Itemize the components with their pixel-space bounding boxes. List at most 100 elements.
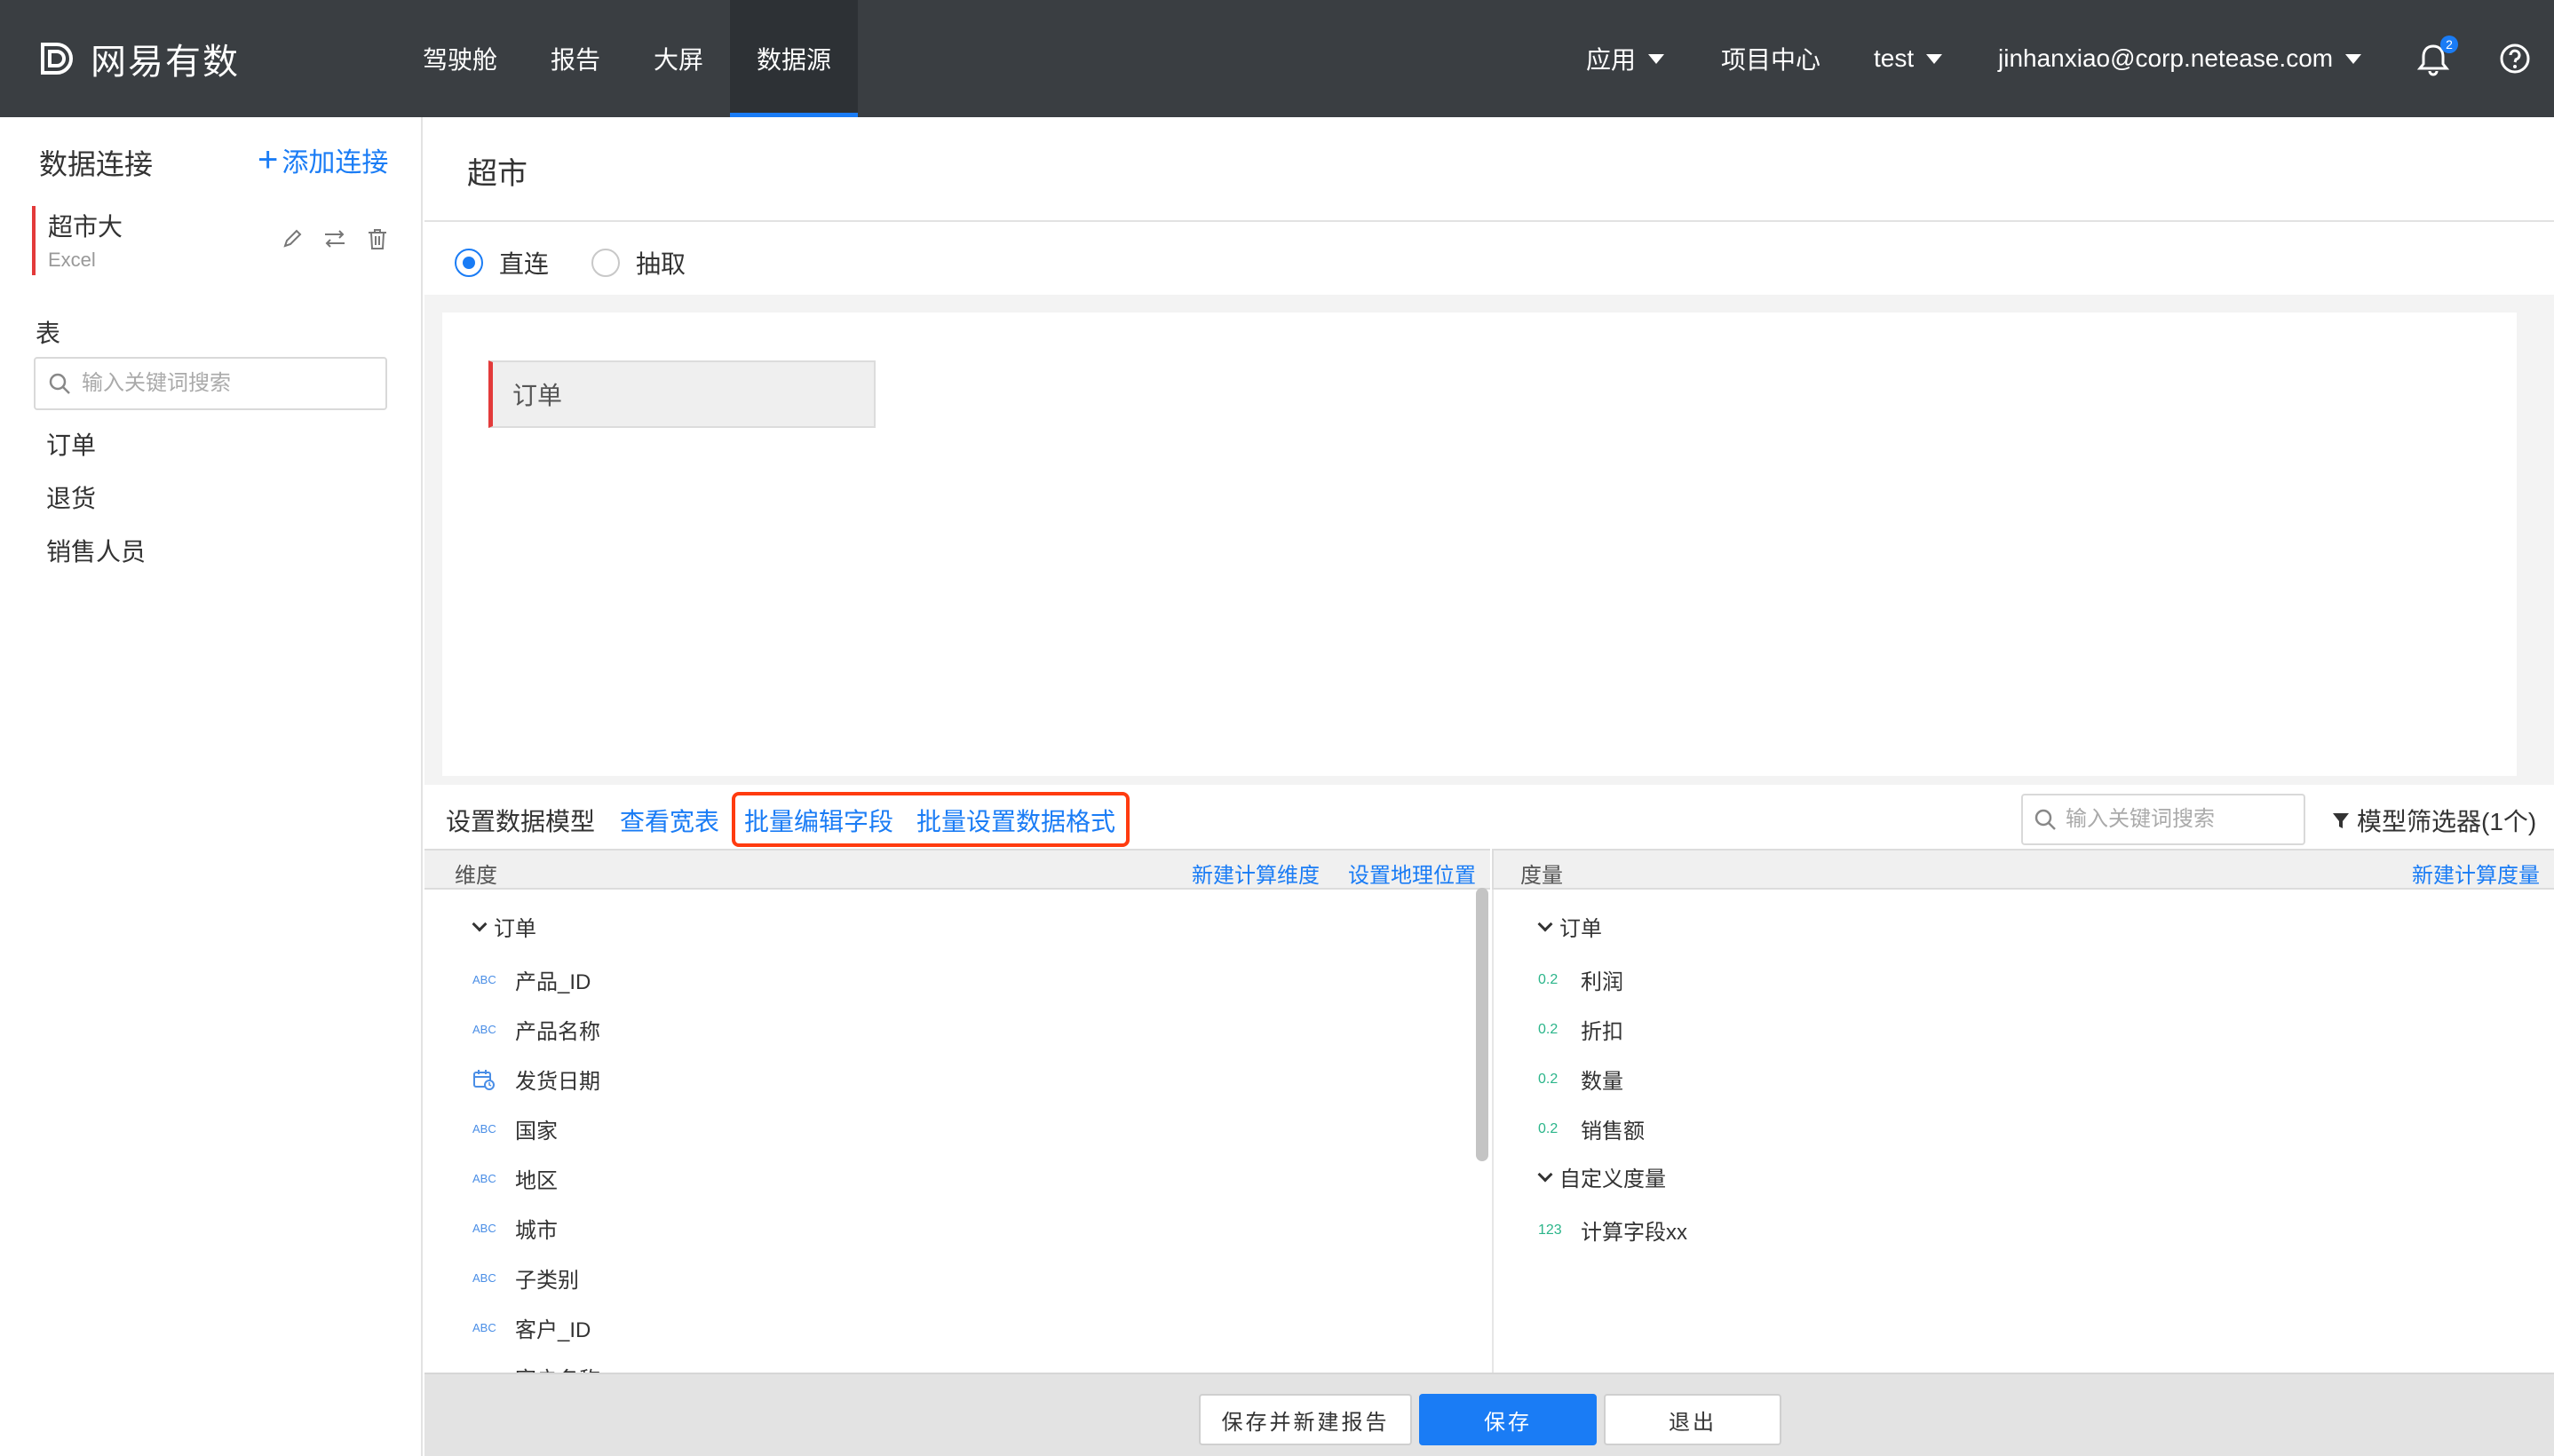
measure-field-name: 销售额 [1581,1120,1645,1143]
help-button[interactable] [2495,39,2534,78]
dimension-field[interactable]: ABC 客户_ID [472,1312,591,1343]
batch-format-link[interactable]: 批量设置数据格式 [916,803,1115,838]
dimension-field-name: 国家 [515,1120,558,1143]
measure-group-orders[interactable]: 订单 [1537,911,1602,942]
measure-field[interactable]: 0.2 利润 [1538,964,1623,995]
mode-extract-radio[interactable]: 抽取 [591,245,686,281]
app-menu-label: 应用 [1586,46,1637,74]
dimensions-list: 订单 ABC 产品_ID ABC 产品名称 发货日期 ABC 国家 ABC 地区 [424,890,1490,1373]
user-menu[interactable]: jinhanxiao@corp.netease.com [1998,0,2362,117]
add-connection-label: 添加连接 [282,148,389,178]
model-filter-label: 模型筛选器(1个) [2357,808,2537,835]
exit-button[interactable]: 退出 [1604,1394,1781,1445]
swap-icon[interactable] [321,226,348,252]
measure-group-custom[interactable]: 自定义度量 [1537,1161,1666,1192]
save-button[interactable]: 保存 [1419,1394,1597,1445]
decimal-type-icon: 0.2 [1538,971,1559,987]
view-wide-table-link[interactable]: 查看宽表 [620,803,719,838]
measure-field-name: 计算字段xx [1581,1221,1687,1245]
trash-icon[interactable] [364,226,391,252]
batch-edit-fields-link[interactable]: 批量编辑字段 [744,803,893,838]
project-name: test [1874,44,1915,72]
chevron-down-icon [1648,53,1665,64]
dimension-group-orders[interactable]: 订单 [472,911,536,942]
add-connection-button[interactable]: + 添加连接 [258,140,388,179]
app-menu[interactable]: 应用 [1586,0,1665,117]
notification-button[interactable]: 2 [2414,36,2458,78]
field-search[interactable] [2021,794,2305,845]
measure-field[interactable]: 0.2 折扣 [1538,1014,1623,1045]
calendar-icon [473,1069,495,1090]
save-and-new-report-button[interactable]: 保存并新建报告 [1199,1394,1412,1445]
measure-field[interactable]: 0.2 销售额 [1538,1113,1645,1144]
table-search[interactable] [34,357,387,410]
edit-icon[interactable] [279,226,305,252]
top-nav-bar: 网易有数 驾驶舱 报告 大屏 数据源 应用 项目中心 test jinhanxi… [0,0,2554,117]
nav-item-datasource[interactable]: 数据源 [730,0,858,117]
dimension-field-name: 地区 [515,1169,558,1193]
dimension-field-name: 客户名称 [515,1362,600,1373]
datasource-header: 超市 [424,117,2554,222]
dimensions-label: 维度 [455,864,497,888]
measures-list: 订单 0.2 利润 0.2 折扣 0.2 数量 0.2 销售额 自定义度量 12… [1492,890,2554,1373]
measure-field[interactable]: 123 计算字段xx [1538,1215,1687,1246]
measure-field[interactable]: 0.2 数量 [1538,1064,1623,1095]
field-search-input[interactable] [2064,806,2286,833]
decimal-type-icon: 0.2 [1538,1120,1559,1136]
project-center-link[interactable]: 项目中心 [1721,0,1820,117]
model-toolbar: 设置数据模型 查看宽表 批量编辑字段 批量设置数据格式 模型筛选器(1个) [424,785,2554,849]
set-data-model-tab[interactable]: 设置数据模型 [446,803,595,838]
measure-group-label: 自定义度量 [1559,1167,1666,1191]
radio-unchecked-icon [591,249,620,277]
table-item-salespeople[interactable]: 销售人员 [46,533,146,568]
dimension-field[interactable]: ABC 国家 [472,1113,558,1144]
canvas-table-node[interactable]: 订单 [488,360,876,428]
new-calc-measure-link[interactable]: 新建计算度量 [2412,858,2540,889]
dimension-field[interactable]: ABC 地区 [472,1163,558,1194]
new-calc-dimension-link[interactable]: 新建计算维度 [1192,858,1320,889]
dimension-field[interactable]: ABC 子类别 [472,1262,579,1294]
app-page: 网易有数 驾驶舱 报告 大屏 数据源 应用 项目中心 test jinhanxi… [0,0,2554,1456]
dimensions-scrollbar[interactable] [1476,888,1488,1161]
connection-item[interactable]: 超市大 Excel [32,206,391,275]
text-type-icon: ABC [472,1172,496,1185]
dimensions-header: 维度 新建计算维度 设置地理位置 [424,849,1490,890]
search-icon [2034,809,2056,830]
dimension-field-name: 客户_ID [515,1318,591,1342]
decimal-type-icon: 0.2 [1538,1071,1559,1087]
text-type-icon: ABC [472,973,496,986]
dimension-field[interactable]: 发货日期 [472,1064,600,1095]
dimension-field[interactable]: ABC 城市 [472,1213,558,1244]
model-filter-button[interactable]: 模型筛选器(1个) [2330,803,2536,838]
nav-item-cockpit[interactable]: 驾驶舱 [405,0,515,117]
text-type-icon: ABC [472,1222,496,1235]
dimension-field-name: 产品_ID [515,970,591,994]
chevron-down-icon [2345,53,2362,64]
sidebar-title: 数据连接 [39,148,154,180]
project-selector[interactable]: test [1874,0,1943,117]
chevron-down-icon [1926,53,1943,64]
table-search-input[interactable] [80,370,364,397]
measure-field-name: 数量 [1581,1070,1623,1094]
chevron-down-icon [1537,1167,1553,1182]
connection-sidebar [0,117,423,1456]
chevron-down-icon [1537,916,1553,931]
set-geo-location-link[interactable]: 设置地理位置 [1348,858,1476,889]
table-item-returns[interactable]: 退货 [46,479,96,515]
dimension-field[interactable]: ABC 产品名称 [472,1014,600,1045]
dimension-field-name: 产品名称 [515,1020,600,1044]
table-item-orders[interactable]: 订单 [46,426,96,462]
brand-name: 网易有数 [91,43,240,82]
dimension-field[interactable]: ABC 客户名称 [472,1362,600,1373]
brand[interactable]: 网易有数 [37,0,240,117]
model-canvas[interactable]: 订单 [442,313,2517,776]
chevron-down-icon [472,916,488,931]
dimension-field[interactable]: ABC 产品_ID [472,964,591,995]
nav-item-screen[interactable]: 大屏 [636,0,721,117]
page-title: 超市 [467,157,527,191]
connection-actions [279,226,391,252]
nav-item-report[interactable]: 报告 [533,0,618,117]
help-icon [2500,44,2530,74]
dimension-group-label: 订单 [494,917,536,941]
mode-direct-radio[interactable]: 直连 [455,245,549,281]
